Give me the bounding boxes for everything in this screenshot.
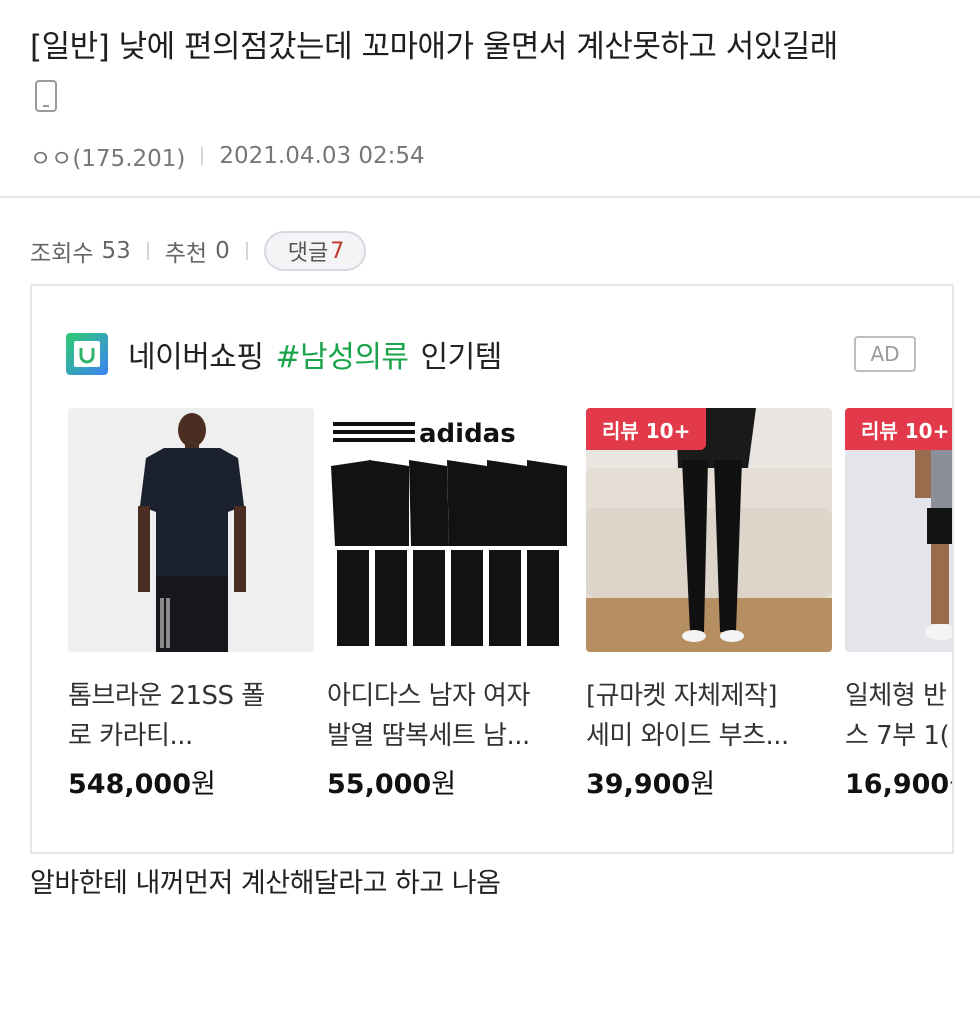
black-polo-shirt-model-image	[68, 408, 314, 652]
comments-button[interactable]: 댓글 7	[263, 231, 367, 271]
price-unit: 원	[690, 769, 716, 800]
price-value: 548,000	[68, 769, 191, 800]
post-body: 알바한테 내꺼먼저 계산해달라고 하고 나옴	[30, 868, 501, 899]
product-price: 39,900원	[586, 762, 832, 801]
product-card[interactable]: 톰브라운 21SS 폴 로 카라티... 548,000원	[68, 408, 314, 801]
author-name[interactable]: ㅇㅇ(175.201)	[30, 139, 185, 173]
comments-count: 7	[330, 238, 345, 264]
shopping-ad-widget: 네이버쇼핑 #남성의류 인기템 AD 톰브라운 21SS 폴 로 카라티... …	[30, 284, 954, 854]
post-title: [일반] 낮에 편의점갔는데 꼬마애가 울면서 계산못하고 서있길래	[30, 29, 838, 65]
price-value: 55,000	[327, 769, 432, 800]
review-badge: 리뷰 10+	[586, 408, 707, 450]
price-value: 16,900	[845, 769, 950, 800]
product-name: 일체형 반 스 7부 1(	[845, 681, 950, 751]
ad-brand: 네이버쇼핑	[128, 340, 264, 375]
review-badge: 리뷰 10+	[845, 408, 952, 450]
product-name: 아디다스 남자 여자 발열 땀복세트 남...	[327, 681, 530, 751]
adidas-tracksuit-set-image: adidas	[327, 408, 573, 652]
stat-divider	[245, 242, 248, 260]
ad-badge[interactable]: AD	[854, 336, 916, 372]
post-meta: ㅇㅇ(175.201) 2021.04.03 02:54	[30, 140, 425, 172]
product-price: 548,000원	[68, 762, 314, 801]
ad-suffix: 인기템	[420, 340, 503, 375]
product-card[interactable]: 리뷰 10+ 일체형 반 스 7부 1( 16,900원	[845, 408, 952, 801]
meta-divider	[201, 147, 204, 165]
price-value: 39,900	[586, 769, 691, 800]
price-unit: 원	[190, 769, 216, 800]
product-card[interactable]: 리뷰 10+ [규마켓 자체제작] 세미 와이드 부츠... 39,900원	[586, 408, 832, 801]
product-name: [규마켓 자체제작] 세미 와이드 부츠...	[586, 681, 789, 751]
ad-header[interactable]: 네이버쇼핑 #남성의류 인기템	[66, 333, 503, 375]
wide-pants-sofa-image: 리뷰 10+	[586, 408, 832, 652]
views-label: 조회수	[30, 241, 94, 267]
product-card[interactable]: adidas 아디다스 남자 여자 발열 땀복세트 남... 55,000원	[327, 408, 573, 801]
comments-label: 댓글	[287, 241, 329, 266]
price-unit: 원	[949, 769, 952, 800]
product-price: 55,000원	[327, 762, 573, 801]
product-name: 톰브라운 21SS 폴 로 카라티...	[68, 681, 265, 751]
ad-hashtag: #남성의류	[275, 340, 410, 375]
compression-shorts-image: 리뷰 10+	[845, 408, 952, 652]
mobile-phone-icon	[35, 80, 57, 112]
product-price: 16,900원	[845, 762, 952, 801]
post-datetime: 2021.04.03 02:54	[219, 143, 425, 169]
post-stats: 조회수 53 추천 0 댓글 7	[30, 230, 367, 272]
header-divider	[0, 196, 980, 198]
product-carousel: 톰브라운 21SS 폴 로 카라티... 548,000원 adidas 아디다…	[68, 408, 952, 828]
stat-divider	[146, 242, 149, 260]
recommend-count: 0	[215, 238, 230, 264]
naver-shopping-logo-icon	[66, 333, 108, 375]
recommend-label: 추천	[164, 241, 208, 267]
adidas-brand-text: adidas	[419, 419, 516, 449]
views-count: 53	[101, 238, 131, 264]
price-unit: 원	[431, 769, 457, 800]
